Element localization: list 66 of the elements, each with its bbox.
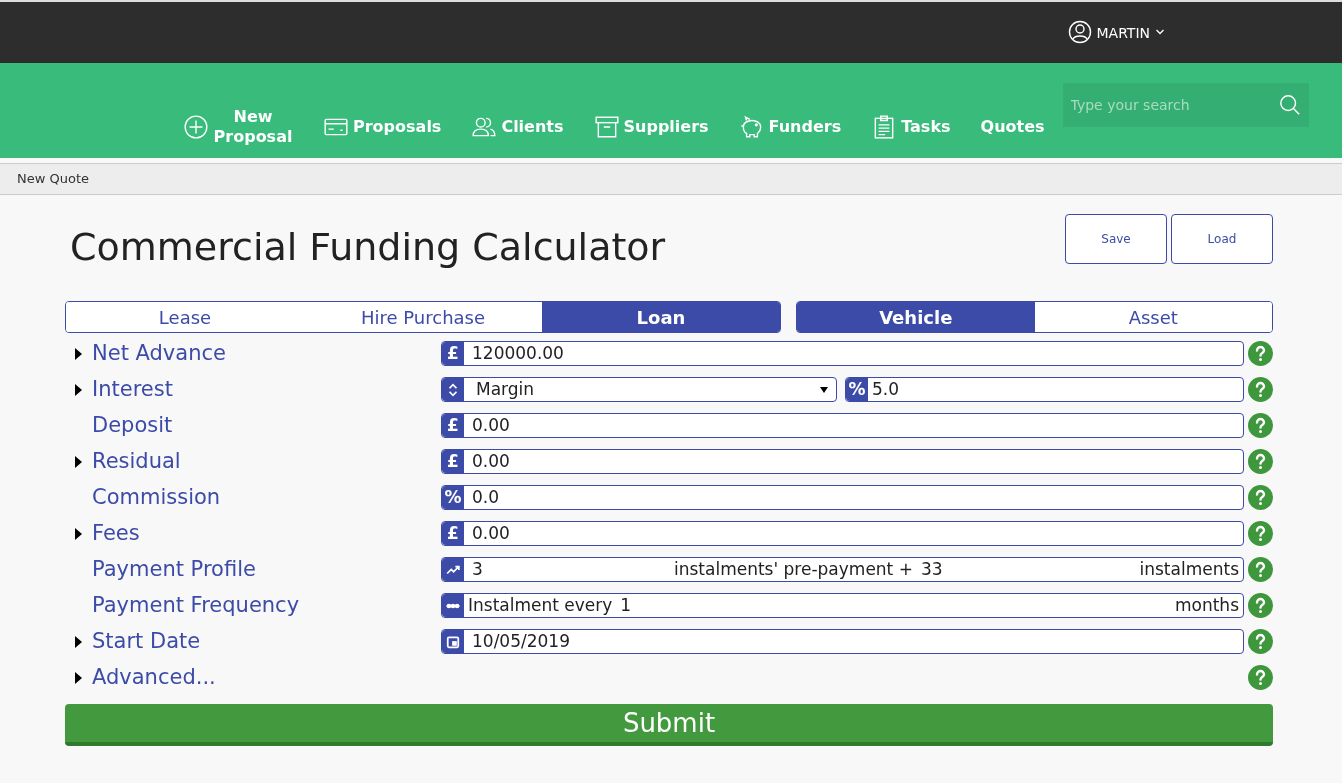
expand-triangle-icon[interactable]: [74, 454, 83, 469]
expand-triangle-icon[interactable]: [74, 382, 83, 397]
help-icon[interactable]: [1248, 377, 1273, 402]
date-field[interactable]: 10/05/2019: [441, 629, 1244, 654]
dropdown-arrow-icon: [820, 385, 828, 394]
prefix-label: %: [846, 378, 868, 401]
field-label: Payment Profile: [92, 555, 256, 583]
amount-field[interactable]: % 0.0: [441, 485, 1244, 510]
help-icon[interactable]: [1248, 629, 1273, 654]
page-title: Commercial Funding Calculator: [70, 224, 666, 271]
expand-triangle-icon[interactable]: [74, 346, 83, 361]
amount-field[interactable]: £ 0.00: [441, 413, 1244, 438]
submit-button[interactable]: Submit: [65, 704, 1273, 746]
help-icon[interactable]: [1248, 557, 1273, 582]
help-icon[interactable]: [1248, 485, 1273, 510]
expand-triangle-icon[interactable]: [74, 526, 83, 541]
amount-field[interactable]: £ 120000.00: [441, 341, 1244, 366]
breadcrumb: New Quote: [17, 170, 89, 189]
help-icon[interactable]: [1248, 413, 1273, 438]
field-label: Fees: [92, 519, 140, 547]
search-field[interactable]: Type your search: [1062, 83, 1309, 127]
prefix-label: £: [442, 414, 464, 437]
frequency-count: 1: [619, 593, 633, 617]
tab[interactable]: Loan: [542, 302, 780, 332]
help-icon[interactable]: [1248, 593, 1273, 618]
search-icon: [1278, 94, 1301, 116]
search-input[interactable]: Type your search: [1070, 94, 1279, 116]
interest-select[interactable]: Margin: [441, 377, 837, 402]
amount-field[interactable]: £ 0.00: [441, 449, 1244, 474]
help-icon[interactable]: [1248, 341, 1273, 366]
payment-frequency-field[interactable]: Instalment every 1 months: [441, 593, 1244, 618]
prepayment-label: instalments' pre-payment +: [674, 557, 913, 581]
tab[interactable]: Vehicle: [797, 302, 1035, 332]
action-button[interactable]: Load: [1171, 214, 1273, 264]
instalment-count: 33: [919, 557, 944, 581]
user-menu[interactable]: MARTIN: [1068, 19, 1166, 44]
field-label: Deposit: [92, 411, 173, 439]
field-label: Interest: [92, 375, 173, 403]
box-icon: [593, 114, 620, 140]
field-label: Start Date: [92, 627, 201, 655]
expand-triangle-icon[interactable]: [74, 634, 83, 649]
months-unit: months: [1174, 593, 1240, 617]
prefix-label: £: [442, 342, 464, 365]
field-label: Advanced...: [92, 663, 216, 691]
calendar-icon: [446, 634, 460, 649]
field-label: Net Advance: [92, 339, 226, 367]
expand-triangle-icon[interactable]: [74, 670, 83, 685]
help-icon[interactable]: [1248, 449, 1273, 474]
prefix-label: £: [442, 522, 464, 545]
prefix-label: £: [442, 450, 464, 473]
prefix-label: %: [442, 486, 464, 509]
percent-field[interactable]: % 5.0: [845, 377, 1244, 402]
payment-profile-field[interactable]: 3 instalments' pre-payment + 33 instalments: [441, 557, 1244, 582]
instalments-unit: instalments: [1139, 557, 1240, 581]
user-icon: [1068, 19, 1093, 44]
plus-circle-icon: [183, 114, 209, 140]
amount-field[interactable]: £ 0.00: [441, 521, 1244, 546]
frequency-label: Instalment every: [467, 593, 613, 617]
field-label: Commission: [92, 483, 221, 511]
field-label: Residual: [92, 447, 181, 475]
up-down-chevron-icon: [446, 382, 460, 397]
action-button[interactable]: Save: [1065, 214, 1167, 264]
help-icon[interactable]: [1248, 521, 1273, 546]
prepayment-count: 3: [471, 557, 484, 581]
field-label: Payment Frequency: [92, 591, 300, 619]
help-icon[interactable]: [1248, 665, 1273, 690]
